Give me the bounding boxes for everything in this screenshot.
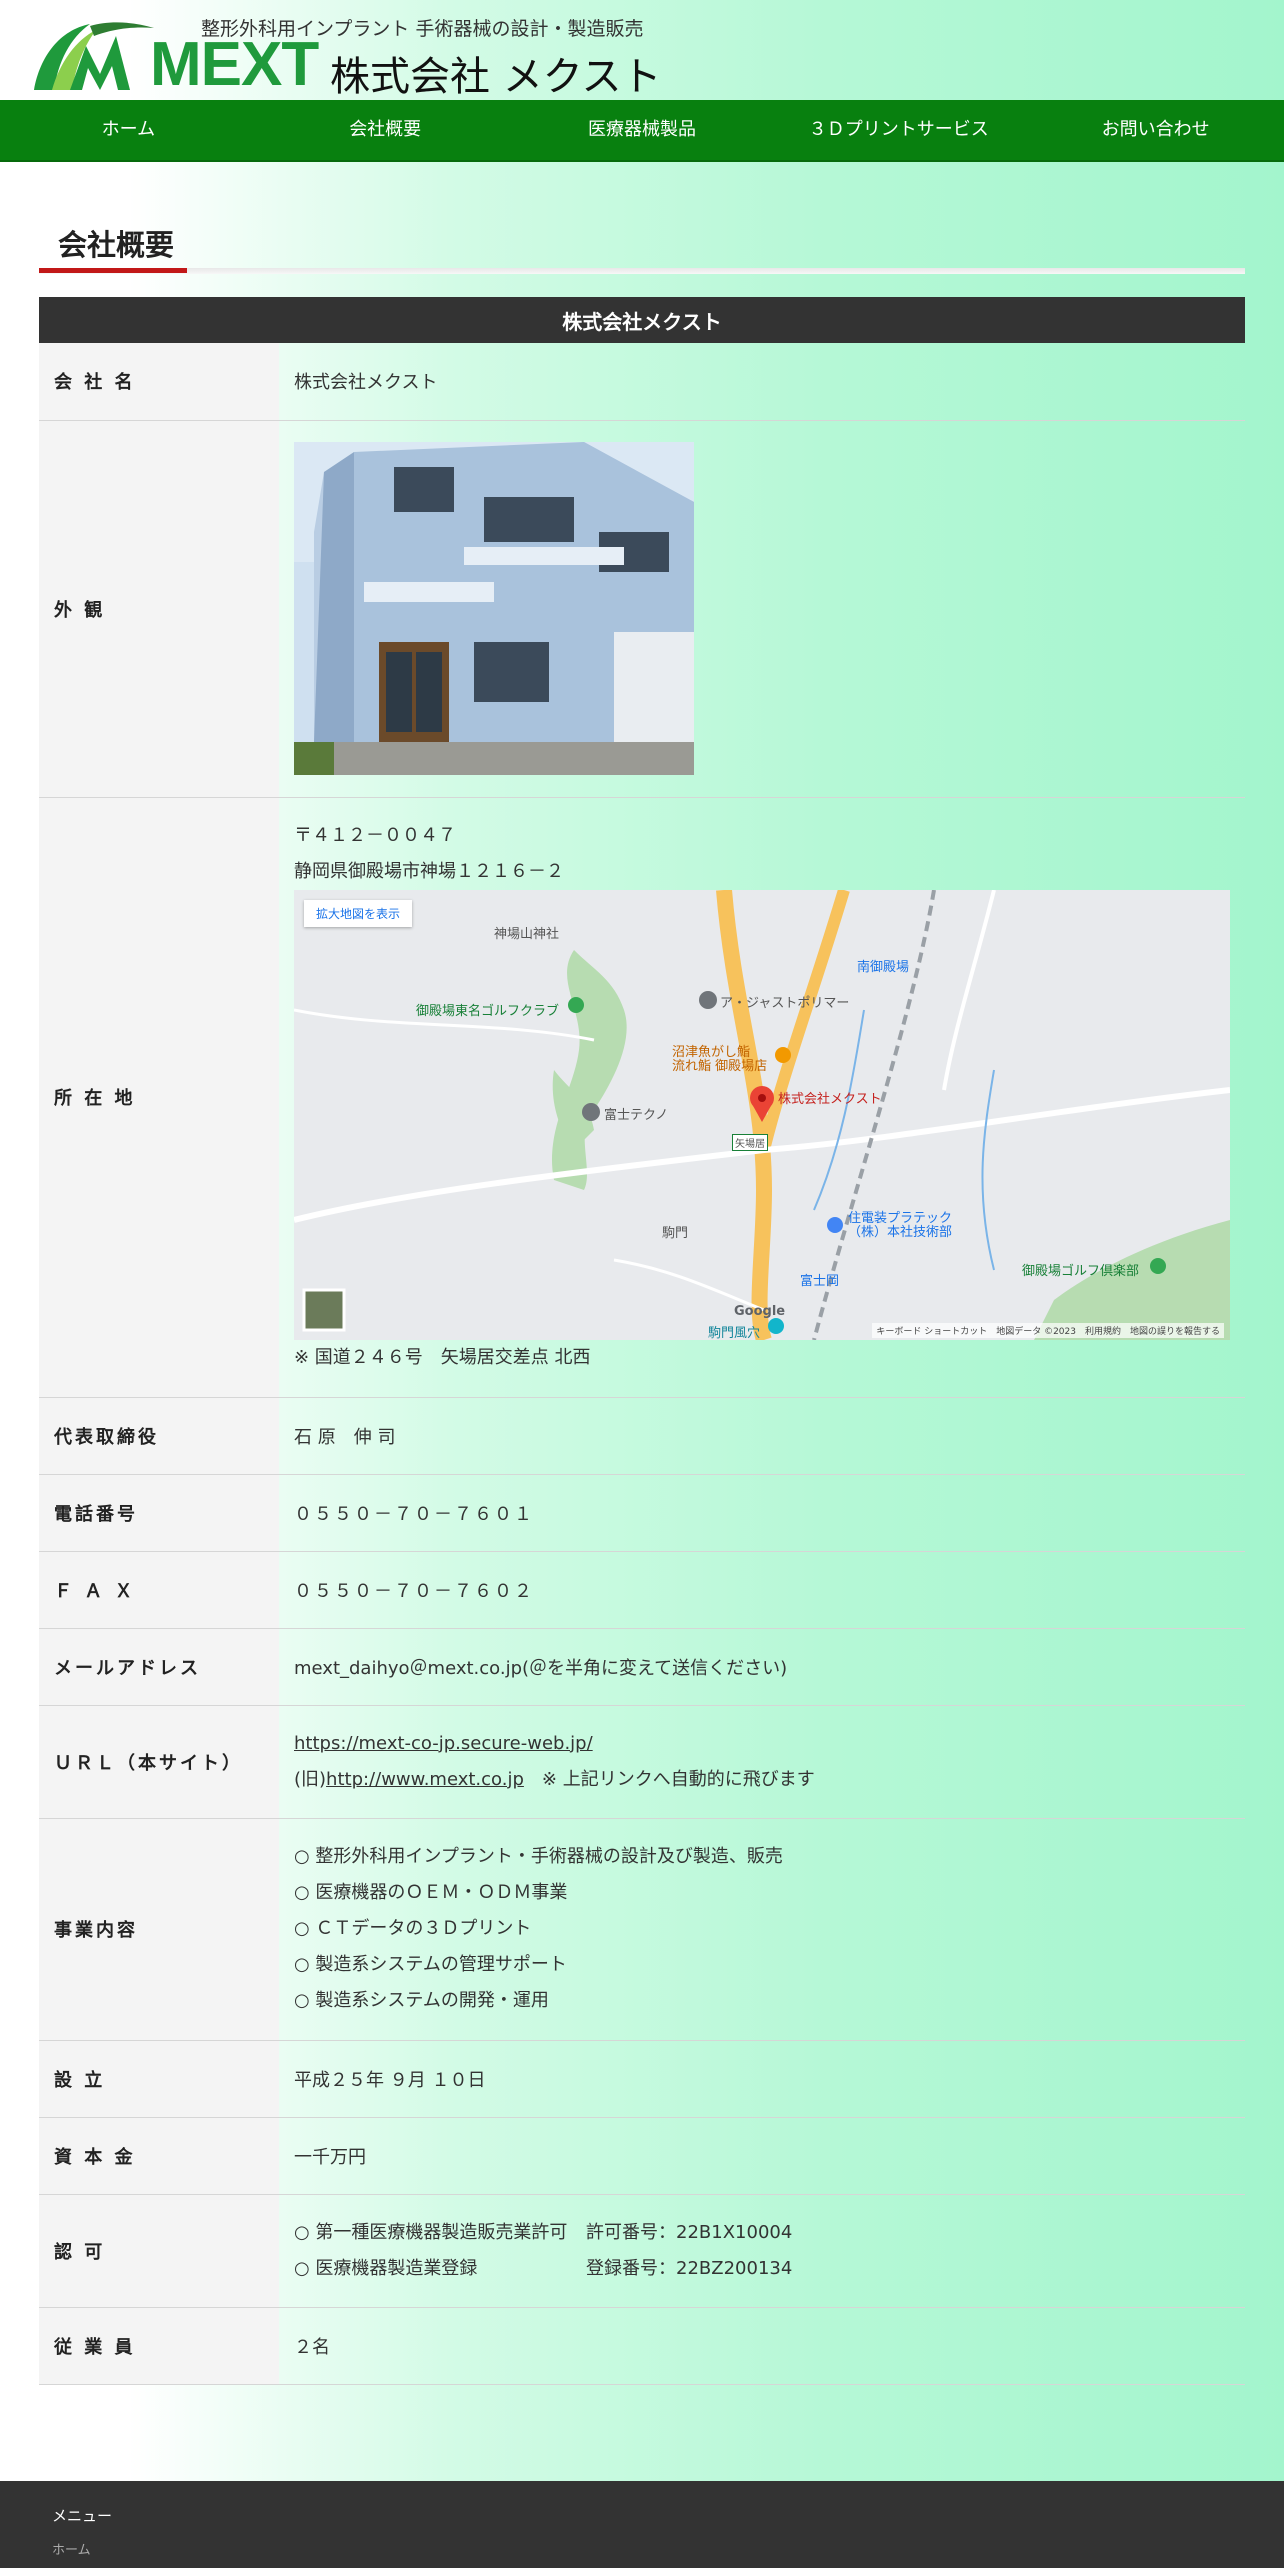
- license-item: ○ 第一種医療機器製造販売業許可 許可番号：22B1X10004: [294, 2215, 1245, 2251]
- page-title: 会社概要: [58, 228, 175, 262]
- business-item: ○ 医療機器のＯＥＭ・ＯＤＭ事業: [294, 1882, 568, 1903]
- map-label: 神場山神社: [494, 927, 560, 942]
- row-label: メールアドレス: [39, 1628, 279, 1706]
- license-name: ○ 第一種医療機器製造販売業許可: [294, 2221, 568, 2243]
- table-caption: 株式会社メクスト: [39, 297, 1245, 343]
- building-photo: [294, 442, 694, 775]
- footer-menu-title: メニュー: [52, 2507, 113, 2525]
- map-label: 御殿場東名ゴルフクラブ: [416, 1004, 560, 1019]
- table-row-location: 所 在 地 〒４１２－００４７ 静岡県御殿場市神場１２１６－２ 拡大地図を表示 …: [39, 797, 1245, 1398]
- license-number: 許可番号：22B1X10004: [586, 2221, 793, 2243]
- business-item: ○ 整形外科用インプラント・手術器械の設計及び製造、販売: [294, 1846, 783, 1867]
- business-item: ○ 製造系システムの開発・運用: [294, 1990, 549, 2011]
- license-number: 登録番号：22BZ200134: [586, 2257, 793, 2279]
- site-tagline: 整形外科用インプラント 手術器械の設計・製造販売: [201, 18, 644, 40]
- license-name: ○ 医療機器製造業登録: [294, 2257, 478, 2279]
- row-label: 従 業 員: [39, 2307, 279, 2385]
- title-underline: [39, 268, 1245, 274]
- row-label: 会 社 名: [39, 343, 279, 421]
- table-row-license: 認 可 ○ 第一種医療機器製造販売業許可 許可番号：22B1X10004 ○ 医療…: [39, 2194, 1245, 2308]
- license-item: ○ 医療機器製造業登録 登録番号：22BZ200134: [294, 2251, 1245, 2287]
- fax-value: ０５５０－７０－７６０２: [279, 1551, 1245, 1629]
- map-label-mext: 株式会社メクスト: [778, 1092, 882, 1107]
- site-company-name: 株式会社 メクスト: [330, 54, 662, 100]
- map-label: 南御殿場: [857, 960, 910, 975]
- company-name-value: 株式会社メクスト: [279, 343, 1245, 421]
- email-value: mext_daihyo＠mext.co.jp(＠を半角に変えて送信ください): [279, 1628, 1245, 1706]
- row-label: ＵＲＬ（本サイト）: [39, 1705, 279, 1819]
- nav-item-3d-print[interactable]: ３Ｄプリントサービス: [770, 100, 1027, 160]
- title-underline-accent: [39, 268, 187, 273]
- map-label: 御殿場ゴルフ倶楽部: [1022, 1264, 1140, 1279]
- row-label: 代表取締役: [39, 1397, 279, 1475]
- table-row-fax: Ｆ Ａ Ｘ ０５５０－７０－７６０２: [39, 1551, 1245, 1629]
- map-label: 駒門風穴: [708, 1326, 761, 1340]
- founded-value: 平成２５年 ９月 １０日: [279, 2040, 1245, 2118]
- logo-wordmark: MEXT: [150, 30, 319, 99]
- nav-item-products[interactable]: 医療器械製品: [514, 100, 771, 160]
- row-label: 事業内容: [39, 1818, 279, 2041]
- nav-item-company[interactable]: 会社概要: [257, 100, 514, 160]
- main-nav: ホーム 会社概要 医療器械製品 ３Ｄプリントサービス お問い合わせ: [0, 100, 1284, 162]
- map-enlarge-button[interactable]: 拡大地図を表示: [304, 900, 413, 927]
- google-logo: Google: [734, 1304, 786, 1319]
- map-label: 沼津魚がし鮨 流れ鮨 御殿場店: [672, 1045, 768, 1074]
- table-row-employees: 従 業 員 ２名: [39, 2307, 1245, 2385]
- row-label: Ｆ Ａ Ｘ: [39, 1551, 279, 1629]
- table-row-phone: 電話番号 ０５５０－７０－７６０１: [39, 1474, 1245, 1552]
- footer-link-home[interactable]: ホーム: [52, 2539, 91, 2558]
- business-item: ○ 製造系システムの管理サポート: [294, 1954, 567, 1975]
- row-label: 認 可: [39, 2194, 279, 2308]
- table-row-business: 事業内容 ○ 整形外科用インプラント・手術器械の設計及び製造、販売 ○ 医療機器…: [39, 1818, 1245, 2041]
- representative-value: 石 原 伸 司: [279, 1397, 1245, 1475]
- old-url-prefix: (旧): [294, 1768, 327, 1790]
- row-label: 所 在 地: [39, 797, 279, 1398]
- old-url-link[interactable]: http://www.mext.co.jp: [326, 1769, 524, 1790]
- map-label: ア・ジャストポリマー: [720, 996, 850, 1011]
- address: 静岡県御殿場市神場１２１６－２: [294, 861, 564, 882]
- business-item: ○ ＣＴデータの３Ｄプリント: [294, 1918, 532, 1939]
- nav-item-contact[interactable]: お問い合わせ: [1027, 100, 1284, 160]
- site-header: MEXT 整形外科用インプラント 手術器械の設計・製造販売 株式会社 メクスト: [0, 0, 1284, 100]
- old-url-note: ※ 上記リンクへ自動的に飛びます: [523, 1768, 815, 1790]
- map-label: 富士岡: [800, 1274, 840, 1289]
- row-label: 外 観: [39, 420, 279, 798]
- table-row-exterior: 外 観: [39, 420, 1245, 798]
- building-image: [294, 442, 694, 775]
- map-label: 矢場居: [732, 1134, 768, 1151]
- map-label: 駒門: [662, 1226, 689, 1241]
- map-attribution[interactable]: キーボード ショートカット 地図データ ©2023 利用規約 地図の誤りを報告す…: [872, 1323, 1224, 1338]
- employees-value: ２名: [279, 2307, 1245, 2385]
- location-note: ※ 国道２４６号 矢場居交差点 北西: [294, 1347, 591, 1368]
- table-row-email: メールアドレス mext_daihyo＠mext.co.jp(＠を半角に変えて送…: [39, 1628, 1245, 1706]
- company-info-table: 株式会社メクスト 会 社 名 株式会社メクスト 外 観 所 在 地 〒４１２－０…: [39, 297, 1245, 2385]
- table-row-url: ＵＲＬ（本サイト） https://mext-co-jp.secure-web.…: [39, 1705, 1245, 1819]
- mext-logo-icon[interactable]: [30, 16, 156, 94]
- table-row-representative: 代表取締役 石 原 伸 司: [39, 1397, 1245, 1475]
- site-footer: メニュー ホーム: [0, 2481, 1284, 2568]
- map-label: 富士テクノ: [604, 1108, 669, 1123]
- table-row-capital: 資 本 金 一千万円: [39, 2117, 1245, 2195]
- map-label: 住電装プラテック （株）本社技術部: [848, 1211, 953, 1240]
- site-url-link[interactable]: https://mext-co-jp.secure-web.jp/: [294, 1733, 593, 1754]
- row-label: 資 本 金: [39, 2117, 279, 2195]
- phone-value: ０５５０－７０－７６０１: [279, 1474, 1245, 1552]
- row-label: 電話番号: [39, 1474, 279, 1552]
- postal-code: 〒４１２－００４７: [294, 825, 456, 846]
- google-map[interactable]: 拡大地図を表示 神場山神社 御殿場東名ゴルフクラブ ア・ジャストポリマー 南御殿…: [294, 890, 1230, 1340]
- row-label: 設 立: [39, 2040, 279, 2118]
- nav-item-home[interactable]: ホーム: [0, 100, 257, 160]
- capital-value: 一千万円: [279, 2117, 1245, 2195]
- table-row-company: 会 社 名 株式会社メクスト: [39, 343, 1245, 421]
- table-row-founded: 設 立 平成２５年 ９月 １０日: [39, 2040, 1245, 2118]
